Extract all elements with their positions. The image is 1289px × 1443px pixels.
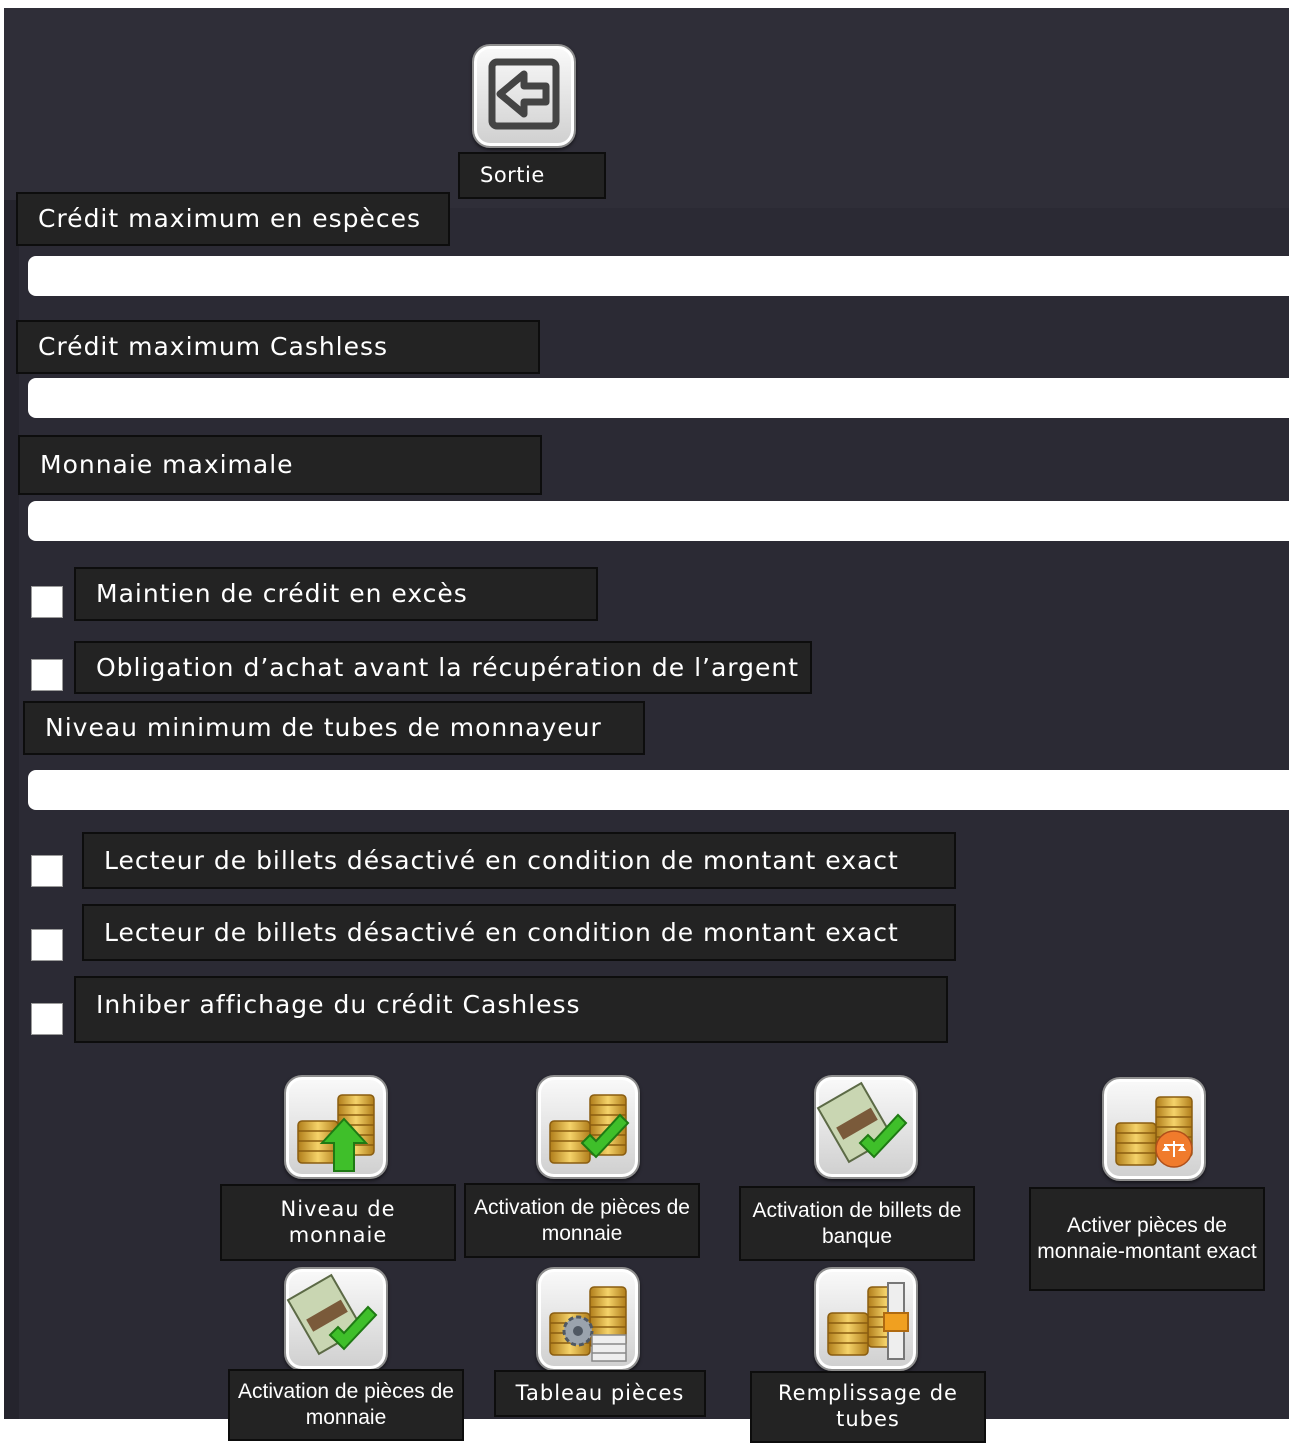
bill-activation-button[interactable] bbox=[814, 1075, 918, 1179]
bill-reader-disabled-1-label: Lecteur de billets désactivé en conditio… bbox=[82, 832, 956, 889]
exact-change-coins-label: Activer pièces de monnaie-montant exact bbox=[1029, 1187, 1265, 1291]
purchase-before-refund-label: Obligation d’achat avant la récupération… bbox=[74, 641, 812, 694]
inhibit-cashless-display-label: Inhiber affichage du crédit Cashless bbox=[74, 976, 948, 1043]
min-tube-level-label: Niveau minimum de tubes de monnayeur bbox=[23, 701, 645, 755]
bill-reader-disabled-1-checkbox[interactable] bbox=[31, 855, 63, 887]
bill-activation-label: Activation de billets de banque bbox=[739, 1186, 975, 1261]
coin-activation-2-button[interactable] bbox=[284, 1267, 388, 1371]
left-edge bbox=[4, 200, 19, 1419]
purchase-before-refund-checkbox[interactable] bbox=[31, 659, 63, 691]
inhibit-cashless-display-checkbox[interactable] bbox=[31, 1003, 63, 1035]
exit-arrow-icon bbox=[488, 58, 560, 130]
max-cashless-credit-input[interactable] bbox=[28, 378, 1289, 418]
coins-gear-icon bbox=[549, 1286, 627, 1362]
change-level-button[interactable] bbox=[284, 1075, 388, 1179]
coins-check-icon bbox=[549, 1094, 629, 1164]
max-cash-credit-input[interactable] bbox=[28, 256, 1289, 296]
bill-reader-disabled-2-checkbox[interactable] bbox=[31, 929, 63, 961]
coin-activation-button[interactable] bbox=[536, 1075, 640, 1179]
banknote-check-icon bbox=[816, 1082, 907, 1163]
coins-level-icon bbox=[827, 1282, 909, 1360]
top-bar bbox=[4, 8, 1289, 208]
max-cashless-credit-label: Crédit maximum Cashless bbox=[16, 320, 540, 374]
coin-table-button[interactable] bbox=[536, 1267, 640, 1371]
min-tube-level-input[interactable] bbox=[28, 770, 1289, 810]
change-level-label: Niveau de monnaie bbox=[220, 1184, 456, 1261]
coins-up-arrow-icon bbox=[297, 1094, 375, 1172]
bill-reader-disabled-2-label: Lecteur de billets désactivé en conditio… bbox=[82, 904, 956, 961]
exit-label: Sortie bbox=[458, 152, 606, 199]
coin-table-label: Tableau pièces bbox=[494, 1370, 706, 1417]
keep-excess-credit-checkbox[interactable] bbox=[31, 586, 63, 618]
max-change-input[interactable] bbox=[28, 501, 1289, 541]
coin-activation-label: Activation de pièces de monnaie bbox=[464, 1183, 700, 1258]
exit-button[interactable] bbox=[472, 44, 576, 148]
keep-excess-credit-label: Maintien de crédit en excès bbox=[74, 567, 598, 621]
max-change-label: Monnaie maximale bbox=[18, 435, 542, 495]
tube-filling-label: Remplissage de tubes bbox=[750, 1371, 986, 1443]
exact-change-coins-button[interactable] bbox=[1102, 1077, 1206, 1181]
max-cash-credit-label: Crédit maximum en espèces bbox=[16, 192, 450, 246]
coin-activation-2-label: Activation de pièces de monnaie bbox=[228, 1369, 464, 1441]
coins-balance-icon bbox=[1115, 1096, 1193, 1168]
banknote-check-icon bbox=[286, 1274, 377, 1355]
tube-filling-button[interactable] bbox=[814, 1267, 918, 1371]
